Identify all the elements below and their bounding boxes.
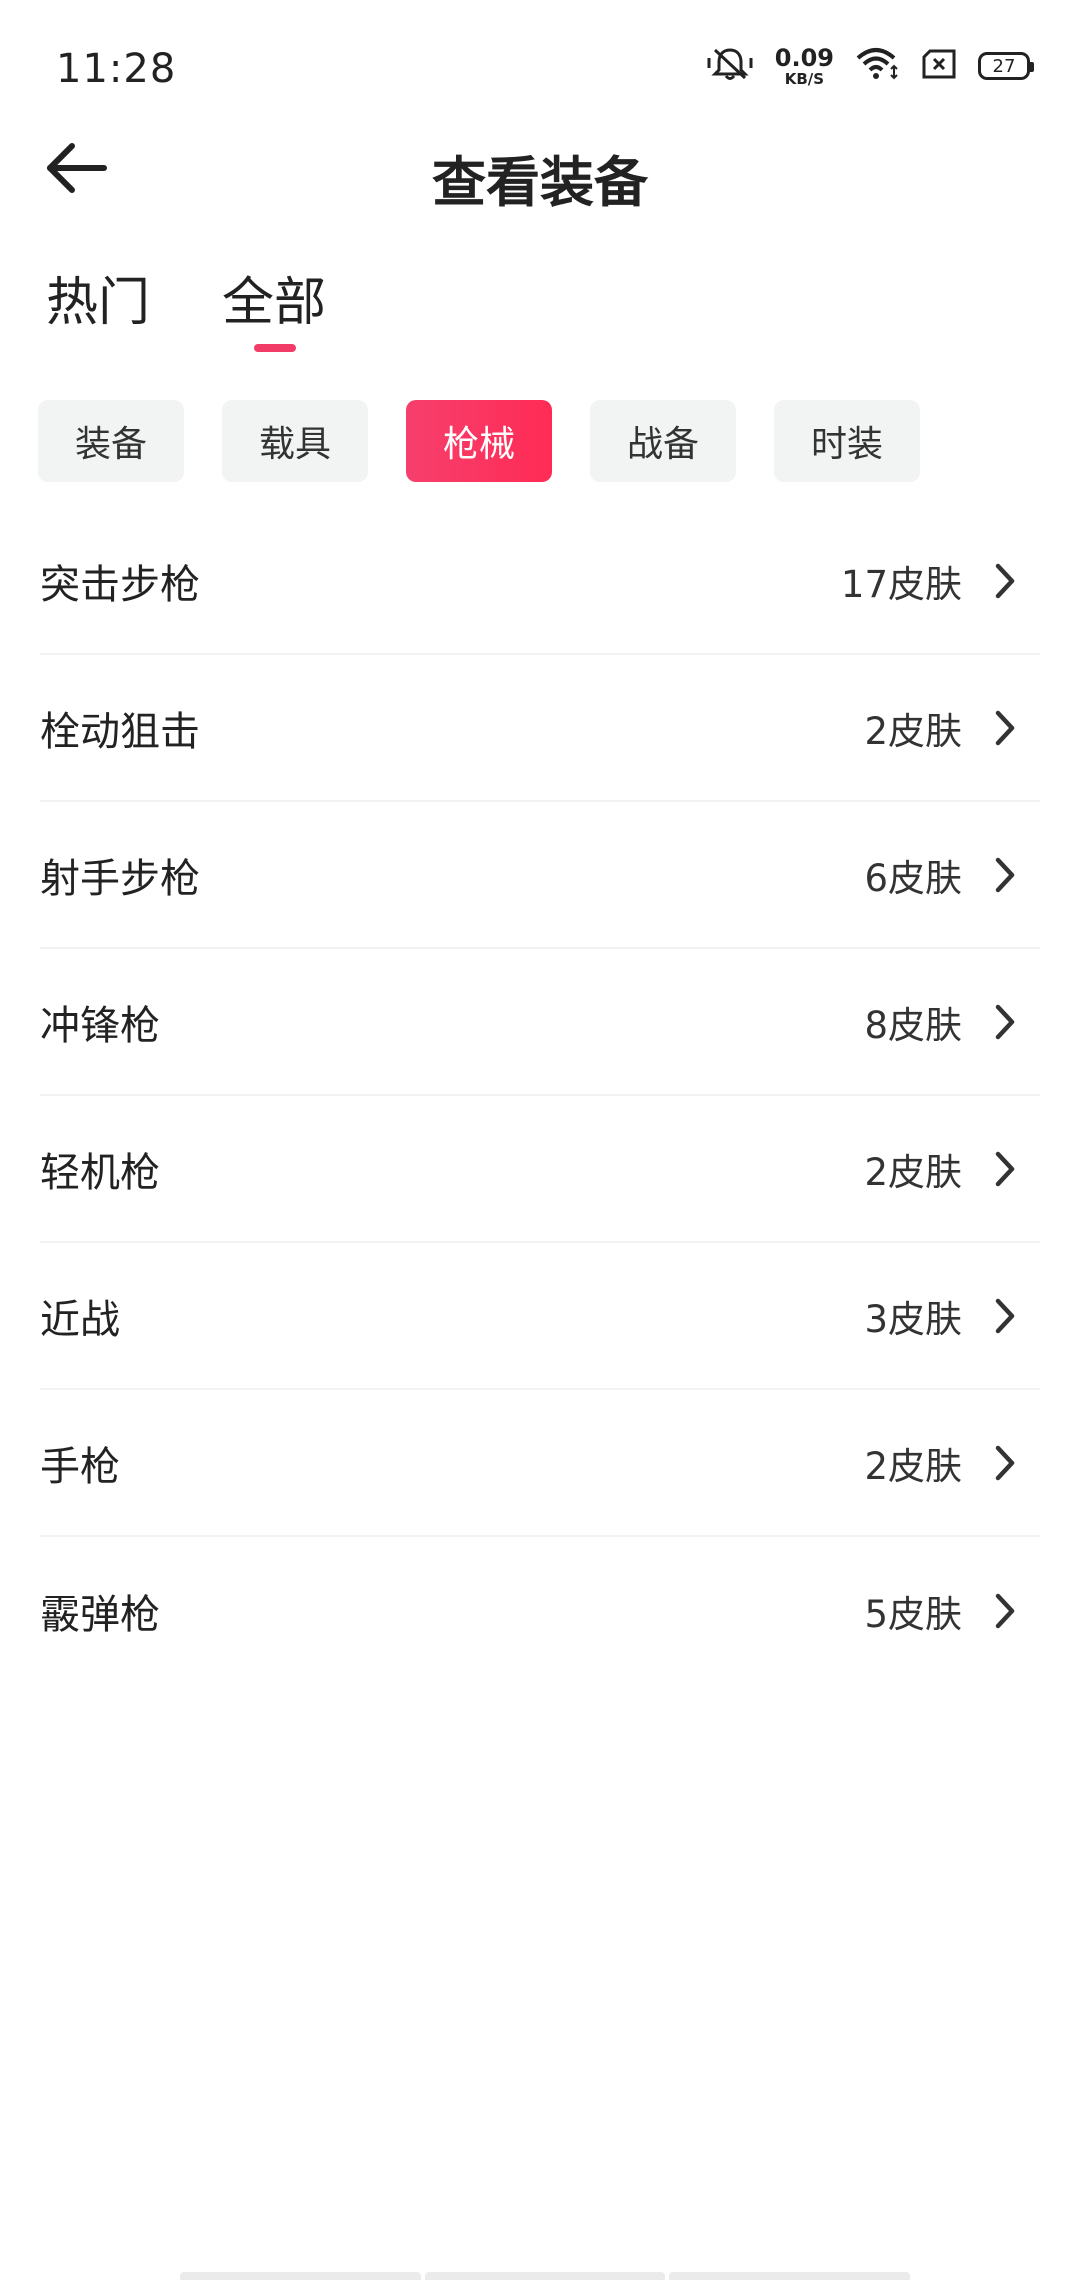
list-item[interactable]: 突击步枪 17皮肤 bbox=[40, 508, 1040, 655]
chip-war-gear[interactable]: 战备 bbox=[590, 400, 736, 482]
header: 查看装备 bbox=[0, 120, 1080, 220]
wifi-icon bbox=[856, 46, 900, 86]
bottom-gesture-hint bbox=[180, 2272, 911, 2280]
page-title: 查看装备 bbox=[432, 151, 648, 214]
sim-x-icon bbox=[922, 49, 956, 83]
gesture-segment bbox=[669, 2272, 911, 2280]
item-skin-count: 3皮肤 bbox=[864, 1297, 962, 1341]
chevron-right-icon bbox=[988, 559, 1022, 603]
item-skin-count: 2皮肤 bbox=[864, 1444, 962, 1488]
chevron-right-icon bbox=[988, 1441, 1022, 1485]
category-chips: 装备 载具 枪械 战备 时装 bbox=[38, 400, 920, 482]
item-name: 轻机枪 bbox=[40, 1149, 160, 1196]
gesture-segment bbox=[180, 2272, 421, 2280]
status-icons: 0.09 KB/S 27 bbox=[707, 46, 1034, 87]
list-item[interactable]: 手枪 2皮肤 bbox=[40, 1390, 1040, 1537]
status-bar: 11:28 0.09 KB/S 27 bbox=[0, 0, 1080, 130]
chevron-right-icon bbox=[988, 1147, 1022, 1191]
battery-icon: 27 bbox=[978, 52, 1034, 80]
tab-all[interactable]: 全部 bbox=[222, 260, 326, 335]
list-item[interactable]: 霰弹枪 5皮肤 bbox=[40, 1537, 1040, 1684]
item-name: 霰弹枪 bbox=[40, 1591, 160, 1638]
item-skin-count: 2皮肤 bbox=[864, 1150, 962, 1194]
item-name: 栓动狙击 bbox=[40, 708, 200, 755]
item-skin-count: 8皮肤 bbox=[864, 1003, 962, 1047]
chevron-right-icon bbox=[988, 1294, 1022, 1338]
item-name: 冲锋枪 bbox=[40, 1002, 160, 1049]
item-skin-count: 6皮肤 bbox=[864, 856, 962, 900]
item-name: 近战 bbox=[40, 1296, 120, 1343]
list-item[interactable]: 栓动狙击 2皮肤 bbox=[40, 655, 1040, 802]
net-speed: 0.09 KB/S bbox=[775, 46, 834, 87]
chevron-right-icon bbox=[988, 706, 1022, 750]
net-speed-unit: KB/S bbox=[784, 69, 825, 88]
item-skin-count: 5皮肤 bbox=[864, 1592, 962, 1636]
top-tabs: 热门 全部 bbox=[0, 260, 1080, 360]
chip-fashion[interactable]: 时装 bbox=[774, 400, 920, 482]
chevron-right-icon bbox=[988, 1000, 1022, 1044]
mute-bell-icon bbox=[707, 46, 753, 86]
chip-equipment[interactable]: 装备 bbox=[38, 400, 184, 482]
status-time: 11:28 bbox=[56, 46, 177, 92]
chevron-right-icon bbox=[988, 853, 1022, 897]
tab-hot[interactable]: 热门 bbox=[46, 260, 150, 335]
item-skin-count: 2皮肤 bbox=[864, 709, 962, 753]
item-skin-count: 17皮肤 bbox=[840, 562, 962, 606]
list-item[interactable]: 轻机枪 2皮肤 bbox=[40, 1096, 1040, 1243]
list-item[interactable]: 射手步枪 6皮肤 bbox=[40, 802, 1040, 949]
chip-vehicles[interactable]: 载具 bbox=[222, 400, 368, 482]
gesture-segment bbox=[424, 2272, 666, 2280]
list-item[interactable]: 冲锋枪 8皮肤 bbox=[40, 949, 1040, 1096]
list-item[interactable]: 近战 3皮肤 bbox=[40, 1243, 1040, 1390]
active-tab-indicator bbox=[254, 344, 296, 352]
net-speed-value: 0.09 bbox=[774, 43, 834, 72]
chip-firearms[interactable]: 枪械 bbox=[406, 400, 552, 482]
item-name: 射手步枪 bbox=[40, 855, 200, 902]
equipment-page: 11:28 0.09 KB/S 27 查看装备 热门 全部 装备 载具 枪械 战… bbox=[0, 0, 1080, 2280]
item-name: 突击步枪 bbox=[40, 561, 200, 608]
weapon-category-list: 突击步枪 17皮肤 栓动狙击 2皮肤 射手步枪 6皮肤 冲锋枪 8皮肤 轻机枪 … bbox=[40, 508, 1040, 1684]
item-name: 手枪 bbox=[40, 1443, 120, 1490]
chevron-right-icon bbox=[988, 1589, 1022, 1633]
